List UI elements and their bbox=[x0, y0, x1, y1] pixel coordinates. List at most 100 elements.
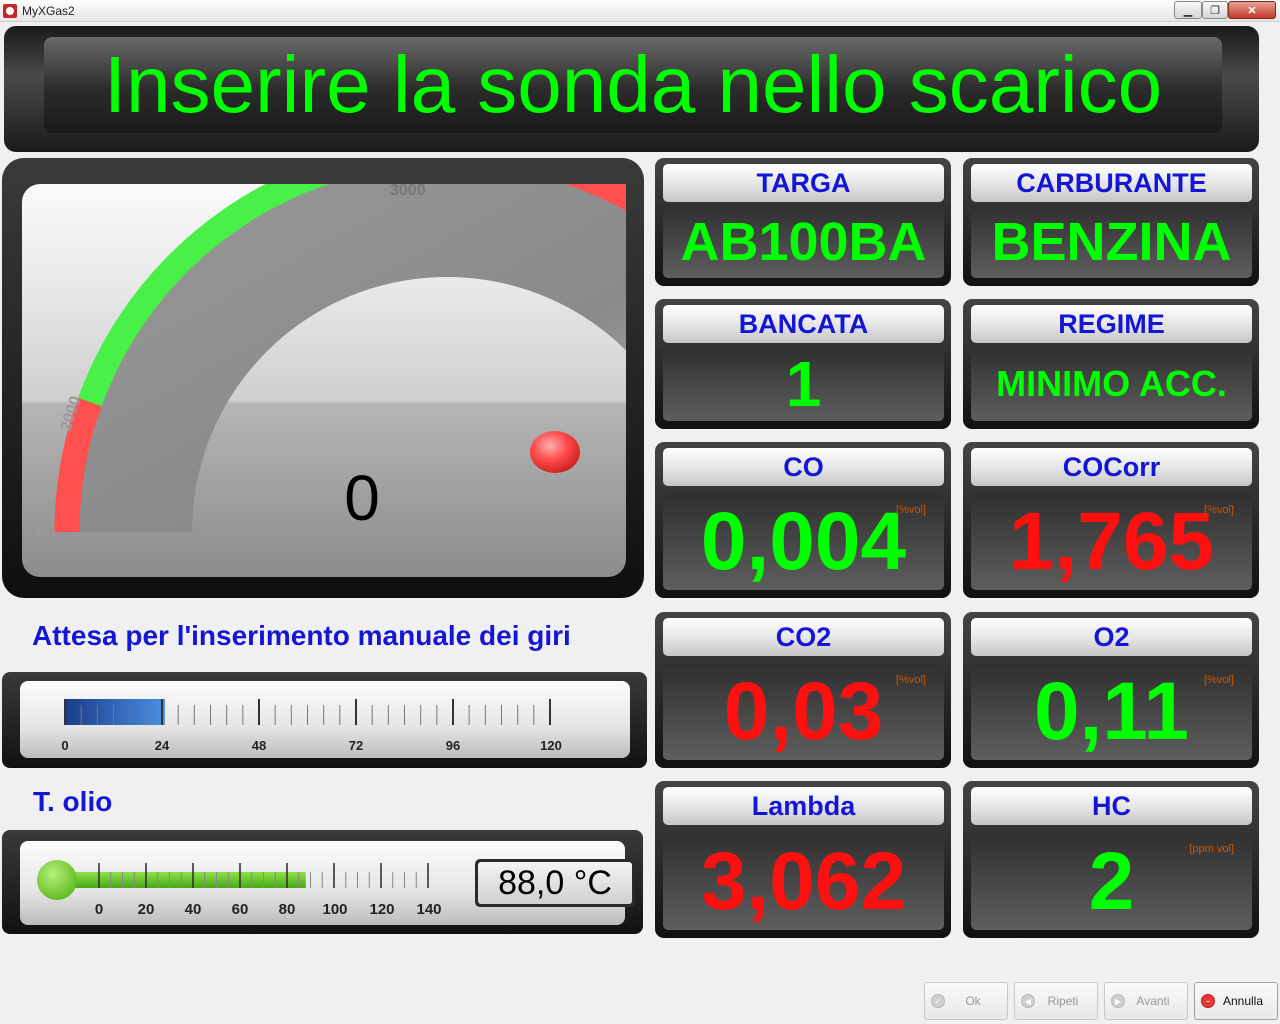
unit-label: [%vol] bbox=[896, 674, 926, 686]
card-label: CO bbox=[663, 448, 944, 486]
minimize-icon: ▁ bbox=[1183, 4, 1193, 17]
maximize-button[interactable]: ❐ bbox=[1202, 1, 1228, 19]
oil-temp-value: 88,0 °C bbox=[478, 862, 632, 904]
co2-value: 0,03 bbox=[723, 666, 884, 757]
cancel-icon: − bbox=[1201, 994, 1215, 1008]
rpm-tick-label: 48 bbox=[252, 738, 266, 753]
card-body: 3,062 bbox=[663, 833, 944, 930]
status-indicator-light bbox=[530, 431, 580, 473]
close-icon: ✕ bbox=[1247, 4, 1257, 17]
oil-temp-readout: 88,0 °C bbox=[475, 859, 635, 907]
gauge-value: 0 bbox=[344, 462, 380, 534]
co-value: 0,004 bbox=[700, 496, 907, 587]
unit-label: [ppm vol] bbox=[1189, 843, 1234, 855]
card-body: [%vol] 1,765 bbox=[971, 494, 1252, 590]
ok-button-label: Ok bbox=[965, 994, 981, 1008]
card-carburante: CARBURANTE BENZINA bbox=[963, 158, 1259, 286]
oil-temp-title: T. olio bbox=[33, 786, 113, 817]
rpm-gauge: 0 2000 3000 0 bbox=[2, 158, 644, 598]
avanti-button[interactable]: ▶ Avanti bbox=[1104, 982, 1188, 1020]
gauge-tick-label: 3000 bbox=[390, 184, 426, 199]
banner-message: Inserire la sonda nello scarico bbox=[103, 40, 1163, 129]
card-body: AB100BA bbox=[663, 206, 944, 278]
maximize-icon: ❐ bbox=[1210, 4, 1220, 17]
close-button[interactable]: ✕ bbox=[1228, 1, 1276, 19]
card-co: CO [%vol] 0,004 bbox=[655, 442, 951, 598]
card-label: REGIME bbox=[971, 305, 1252, 343]
oil-tick-label: 120 bbox=[369, 901, 394, 918]
rewind-icon: ◀ bbox=[1021, 994, 1035, 1008]
rpm-bar-fill bbox=[64, 699, 165, 725]
gauge-tick-label: 0 bbox=[36, 524, 45, 541]
card-hc: HC [ppm vol] 2 bbox=[963, 781, 1259, 938]
oil-thermometer-fill bbox=[72, 872, 306, 888]
card-body: BENZINA bbox=[971, 206, 1252, 278]
card-label: COCorr bbox=[971, 448, 1252, 486]
rpm-bar-scale: 0 24 48 72 96 120 bbox=[61, 699, 562, 753]
card-label: CO2 bbox=[663, 618, 944, 656]
message-banner: Inserire la sonda nello scarico bbox=[4, 26, 1259, 152]
card-bancata: BANCATA 1 bbox=[655, 299, 951, 429]
window-title-bar: MyXGas2 ▁ ❐ ✕ bbox=[0, 0, 1280, 22]
thermometer-bulb bbox=[37, 860, 77, 900]
regime-value: MINIMO ACC. bbox=[996, 363, 1227, 404]
targa-value: AB100BA bbox=[680, 212, 927, 272]
lambda-value: 3,062 bbox=[700, 835, 907, 927]
ripeti-button[interactable]: ◀ Ripeti bbox=[1014, 982, 1098, 1020]
avanti-button-label: Avanti bbox=[1136, 994, 1170, 1008]
rpm-tick-label: 96 bbox=[446, 738, 460, 753]
card-body: [%vol] 0,11 bbox=[971, 664, 1252, 760]
window-title: MyXGas2 bbox=[22, 4, 75, 18]
rpm-tick-label: 120 bbox=[540, 738, 562, 753]
card-body: MINIMO ACC. bbox=[971, 347, 1252, 421]
minimize-button[interactable]: ▁ bbox=[1174, 1, 1202, 19]
unit-label: [%vol] bbox=[1204, 504, 1234, 516]
unit-label: [%vol] bbox=[1204, 674, 1234, 686]
card-label: TARGA bbox=[663, 164, 944, 202]
card-targa: TARGA AB100BA bbox=[655, 158, 951, 286]
card-body: [%vol] 0,03 bbox=[663, 664, 944, 760]
rpm-gauge-face: 0 2000 3000 0 bbox=[22, 184, 626, 577]
hc-value: 2 bbox=[1088, 835, 1135, 927]
gauge-scale-band bbox=[55, 184, 626, 532]
card-body: [%vol] 0,004 bbox=[663, 494, 944, 590]
o2-value: 0,11 bbox=[1033, 666, 1190, 757]
annulla-button[interactable]: − Annulla bbox=[1194, 982, 1278, 1020]
check-icon: ✓ bbox=[931, 994, 945, 1008]
card-body: 1 bbox=[663, 347, 944, 421]
fast-forward-icon: ▶ bbox=[1111, 994, 1125, 1008]
card-label: HC bbox=[971, 787, 1252, 825]
carburante-value: BENZINA bbox=[991, 212, 1232, 272]
rpm-input-title: Attesa per l'inserimento manuale dei gir… bbox=[32, 620, 571, 651]
card-label: BANCATA bbox=[663, 305, 944, 343]
oil-thermometer-face: 0 20 40 60 80 100 120 140 88,0 °C bbox=[20, 841, 635, 925]
oil-tick-label: 40 bbox=[185, 901, 202, 918]
oil-tick-label: 140 bbox=[416, 901, 441, 918]
card-label: CARBURANTE bbox=[971, 164, 1252, 202]
oil-tick-label: 0 bbox=[95, 901, 103, 918]
bancata-value: 1 bbox=[785, 348, 822, 420]
oil-thermometer: 0 20 40 60 80 100 120 140 88,0 °C bbox=[2, 830, 643, 934]
rpm-tick-label: 24 bbox=[155, 738, 170, 753]
card-co2: CO2 [%vol] 0,03 bbox=[655, 612, 951, 768]
card-body: [ppm vol] 2 bbox=[971, 833, 1252, 930]
card-label: Lambda bbox=[663, 787, 944, 825]
card-o2: O2 [%vol] 0,11 bbox=[963, 612, 1259, 768]
unit-label: [%vol] bbox=[896, 504, 926, 516]
card-cocorr: COCorr [%vol] 1,765 bbox=[963, 442, 1259, 598]
rpm-gauge-dial: 0 2000 3000 0 bbox=[36, 184, 626, 541]
oil-tick-label: 60 bbox=[232, 901, 249, 918]
rpm-tick-label: 72 bbox=[349, 738, 363, 753]
oil-tick-label: 80 bbox=[279, 901, 296, 918]
card-lambda: Lambda 3,062 bbox=[655, 781, 951, 938]
cocorr-value: 1,765 bbox=[1008, 496, 1215, 587]
app-logo-icon bbox=[3, 4, 17, 18]
rpm-tick-label: 0 bbox=[61, 738, 68, 753]
message-banner-panel: Inserire la sonda nello scarico bbox=[44, 37, 1222, 133]
rpm-bar-face: 0 24 48 72 96 120 bbox=[20, 681, 630, 758]
oil-tick-label: 20 bbox=[138, 901, 155, 918]
oil-tick-label: 100 bbox=[322, 901, 347, 918]
rpm-bar: 0 24 48 72 96 120 bbox=[2, 672, 647, 768]
ok-button[interactable]: ✓ Ok bbox=[924, 982, 1008, 1020]
annulla-button-label: Annulla bbox=[1222, 994, 1264, 1008]
